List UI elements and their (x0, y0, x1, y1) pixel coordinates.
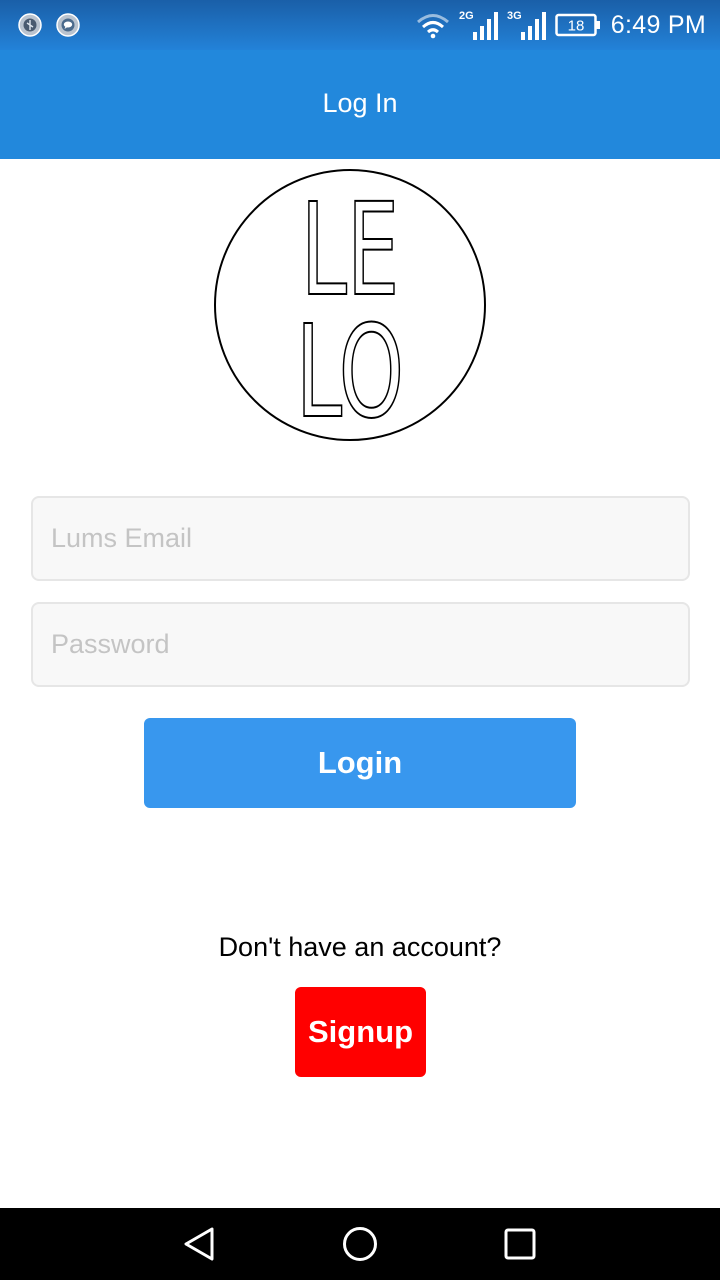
signup-button[interactable]: Signup (295, 987, 426, 1077)
page-title: Log In (322, 88, 398, 118)
email-field[interactable] (31, 496, 690, 581)
battery-level: 18 (567, 18, 584, 35)
navigation-bar (0, 1208, 720, 1280)
clock: 6:49 PM (610, 10, 706, 39)
back-icon[interactable] (180, 1224, 220, 1264)
notification-icons (18, 13, 80, 37)
signal-2g-icon: 2G (459, 10, 498, 40)
app-logo: LE LO (214, 169, 486, 442)
logo-text-bottom: LO (296, 298, 404, 442)
app-bar: Log In (0, 50, 720, 159)
network-2g-label: 2G (459, 10, 474, 22)
recents-icon[interactable] (500, 1224, 540, 1264)
system-indicators: 2G 3G 18 6:49 PM (407, 6, 706, 44)
battery-icon: 18 (555, 13, 600, 37)
password-field[interactable] (31, 602, 690, 687)
login-button[interactable]: Login (144, 718, 576, 808)
signal-3g-icon: 3G (507, 10, 546, 40)
network-3g-label: 3G (507, 10, 522, 22)
notification-app-icon (18, 13, 42, 37)
status-bar: 2G 3G 18 6:49 PM (0, 0, 720, 50)
home-icon[interactable] (340, 1224, 380, 1264)
wifi-icon (416, 14, 449, 39)
message-icon (56, 13, 80, 37)
signup-prompt: Don't have an account? (218, 932, 502, 962)
